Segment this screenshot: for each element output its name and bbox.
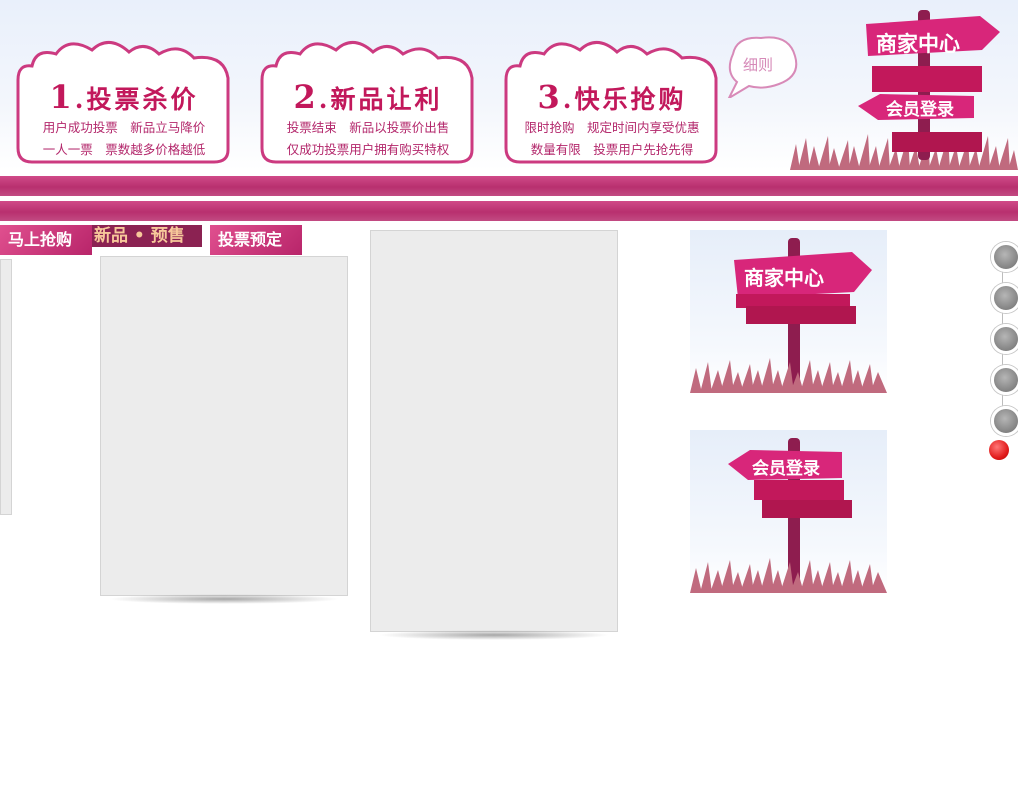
member-login-label: 会员登录 xyxy=(752,459,820,479)
step-title: 1.投票杀价 xyxy=(49,78,199,116)
card-shadow xyxy=(108,594,340,604)
step-line: 仅成功投票用户拥有购买特权 xyxy=(286,142,450,157)
header-banner: 1.投票杀价 用户成功投票 新品立马降价 一人一票 票数越多价格越低 2.新品让… xyxy=(0,0,1018,170)
step-line: 用户成功投票 新品立马降价 xyxy=(42,120,206,135)
step-line: 一人一票 票数越多价格越低 xyxy=(42,142,206,157)
step-card-2: 2.新品让利 投票结束 新品以投票价出售 仅成功投票用户拥有购买特权 xyxy=(258,38,478,164)
product-card-placeholder[interactable] xyxy=(370,230,618,632)
step-title: 2.新品让利 xyxy=(293,78,443,116)
member-login-card[interactable]: 会员登录 xyxy=(690,430,887,593)
divider-bar xyxy=(0,201,1018,221)
merchant-center-label[interactable]: 商家中心 xyxy=(876,28,960,58)
carousel-dot-active[interactable] xyxy=(989,440,1009,460)
step-line: 投票结束 新品以投票价出售 xyxy=(286,120,450,135)
tab-label: 投票预定 xyxy=(218,230,283,249)
tab-label: 马上抢购 xyxy=(8,230,73,249)
carousel-dot[interactable] xyxy=(991,242,1018,272)
carousel-dot[interactable] xyxy=(991,324,1018,354)
header-signpost: 商家中心 会员登录 xyxy=(790,6,1018,170)
tab-label: 新品 • 预售 xyxy=(94,226,185,246)
step-line: 数量有限 投票用户先抢先得 xyxy=(530,142,694,157)
step-card-3: 3.快乐抢购 限时抢购 规定时间内享受优惠 数量有限 投票用户先抢先得 xyxy=(502,38,722,164)
left-edge-panel xyxy=(0,259,12,515)
step-title: 3.快乐抢购 xyxy=(537,78,687,116)
tab-vote-reserve[interactable]: 投票预定 xyxy=(210,225,302,255)
tab-new-presale[interactable]: 新品 • 预售 xyxy=(92,225,202,247)
merchant-center-card[interactable]: 商家中心 xyxy=(690,230,887,393)
step-card-1: 1.投票杀价 用户成功投票 新品立马降价 一人一票 票数越多价格越低 xyxy=(14,38,234,164)
member-login-label[interactable]: 会员登录 xyxy=(886,95,954,120)
card-shadow xyxy=(378,630,610,640)
carousel-dot[interactable] xyxy=(991,283,1018,313)
merchant-center-label: 商家中心 xyxy=(744,266,824,290)
carousel-dot[interactable] xyxy=(991,365,1018,395)
product-card-placeholder[interactable] xyxy=(100,256,348,596)
rules-label: 细则 xyxy=(742,56,773,74)
carousel-dot[interactable] xyxy=(991,406,1018,436)
step-line: 限时抢购 规定时间内享受优惠 xyxy=(524,120,700,135)
divider-bar xyxy=(0,176,1018,196)
tab-buy-now[interactable]: 马上抢购 xyxy=(0,225,92,255)
